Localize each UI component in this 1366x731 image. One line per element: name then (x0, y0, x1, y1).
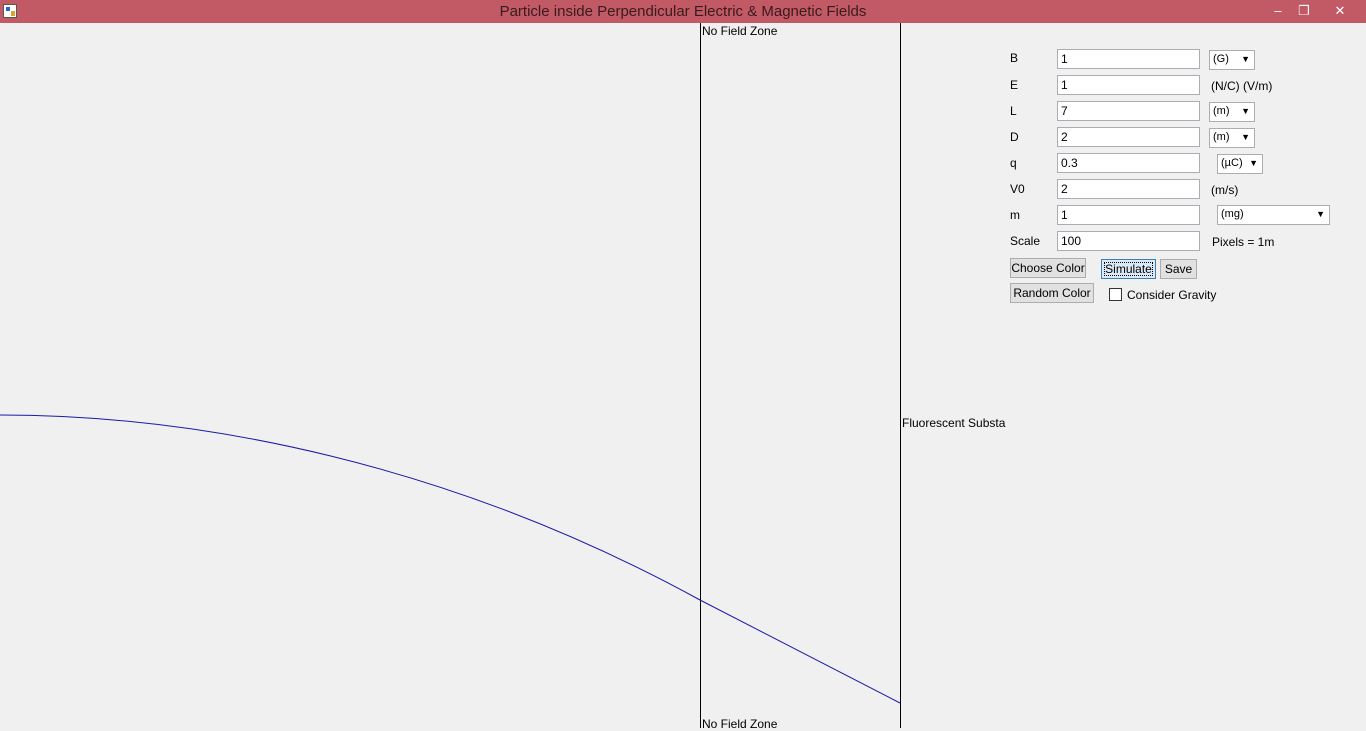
choose-color-button[interactable]: Choose Color (1010, 258, 1086, 278)
v0-input[interactable] (1057, 179, 1200, 199)
title-bar: Particle inside Perpendicular Electric &… (0, 0, 1366, 23)
chevron-down-icon: ▼ (1316, 209, 1325, 219)
window-title: Particle inside Perpendicular Electric &… (499, 3, 867, 20)
l-input[interactable] (1057, 101, 1200, 121)
close-button[interactable]: ✕ (1327, 2, 1353, 20)
d-input[interactable] (1057, 127, 1200, 147)
e-unit-label: (N/C) (V/m) (1211, 79, 1273, 93)
q-input[interactable] (1057, 153, 1200, 173)
l-unit-select[interactable]: (m) ▼ (1209, 102, 1255, 122)
particle-trajectory (0, 414, 901, 704)
minimize-button[interactable]: – (1265, 2, 1291, 20)
m-unit-select[interactable]: (mg) ▼ (1217, 205, 1330, 225)
fluorescent-screen-label: Fluorescent Substa (902, 416, 1006, 430)
chevron-down-icon: ▼ (1241, 132, 1250, 142)
chevron-down-icon: ▼ (1241, 54, 1250, 64)
m-label: m (1010, 208, 1020, 222)
save-button[interactable]: Save (1160, 259, 1197, 279)
q-label: q (1010, 156, 1017, 170)
e-label: E (1010, 78, 1019, 92)
b-unit-select[interactable]: (G) ▼ (1209, 50, 1255, 70)
v0-label: V0 (1010, 182, 1025, 196)
no-field-zone-top-label: No Field Zone (702, 24, 778, 38)
scale-unit-label: Pixels = 1m (1212, 235, 1275, 249)
scale-label: Scale (1010, 234, 1041, 248)
b-label: B (1010, 51, 1019, 65)
q-unit-select[interactable]: (µC) ▼ (1217, 154, 1263, 174)
b-input[interactable] (1057, 49, 1200, 69)
d-label: D (1010, 130, 1019, 144)
consider-gravity-label[interactable]: Consider Gravity (1127, 288, 1216, 302)
chevron-down-icon: ▼ (1249, 158, 1258, 168)
m-input[interactable] (1057, 205, 1200, 225)
restore-button[interactable]: ❐ (1291, 2, 1317, 20)
l-label: L (1010, 104, 1017, 118)
e-input[interactable] (1057, 75, 1200, 95)
d-unit-select[interactable]: (m) ▼ (1209, 128, 1255, 148)
scale-input[interactable] (1057, 231, 1200, 251)
chevron-down-icon: ▼ (1241, 106, 1250, 116)
random-color-button[interactable]: Random Color (1010, 283, 1094, 303)
no-field-zone-bottom-label: No Field Zone (702, 717, 778, 731)
consider-gravity-checkbox[interactable] (1109, 288, 1122, 301)
simulate-button[interactable]: Simulate (1101, 259, 1156, 279)
v0-unit-label: (m/s) (1211, 183, 1239, 197)
